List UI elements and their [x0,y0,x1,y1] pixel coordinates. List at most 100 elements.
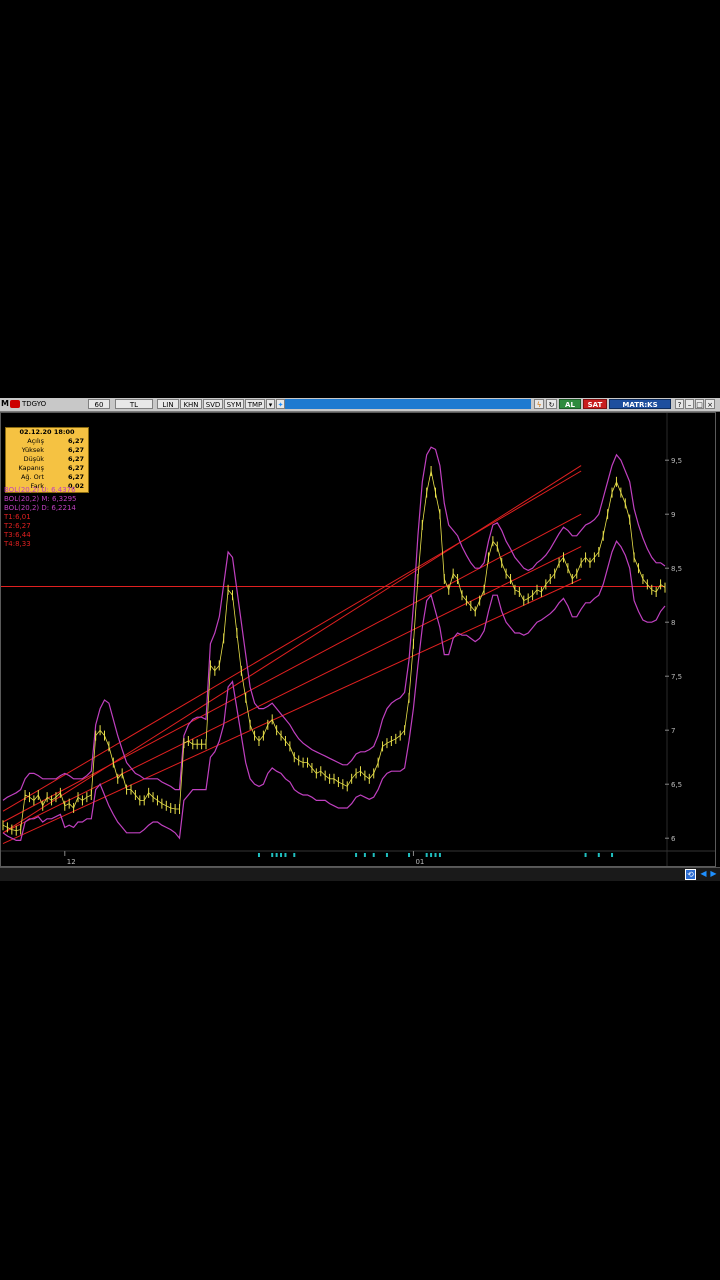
infobox-value: 6,27 [67,437,84,445]
signal-marker [611,853,614,857]
symbol-field[interactable]: TDGYO [22,399,82,409]
infobox-value: 6,27 [67,464,84,472]
infobox-value: 6,27 [67,446,84,454]
signal-marker [438,853,441,857]
signal-marker [293,853,296,857]
infobox-row: Düşük 6,27 [6,455,88,464]
signal-marker [363,853,366,857]
infobox-row: Açılış 6,27 [6,437,88,446]
matriks-button[interactable]: MATR:KS [609,399,671,409]
bottom-bar: ⟲ ◀ ▶ [0,867,720,881]
scroll-right-icon[interactable]: ▶ [708,869,719,880]
dropdown-icon[interactable]: ▾ [266,399,275,409]
indicator-value: 6,01 [15,513,31,521]
infobox-key: Kapanış [18,464,44,472]
infobox-key: Düşük [23,455,44,463]
trendline [2,470,582,812]
signal-marker [597,853,600,857]
signal-marker [355,853,358,857]
signal-marker [280,853,283,857]
indicator-label: BOL(20,2) M: [4,495,50,503]
signal-marker [372,853,375,857]
indicator-label: T1: [4,513,16,521]
signal-marker [408,853,411,857]
y-tick-label: 6,5 [671,781,682,789]
indicator-label: T3: [4,531,16,539]
indicator-value: 6,27 [15,522,31,530]
chart-area[interactable]: 9,5 9 8,5 8 7,5 7 6,5 6 12 01 02.12.20 18:00 Açıl… [0,412,716,867]
infobox-row: Kapanış 6,27 [6,464,88,473]
trendline [2,578,582,845]
y-tick-label: 6 [671,835,676,843]
indicator-t1: T1:6,01 [4,513,31,522]
infobox-row: Ağ. Ort 6,27 [6,473,88,482]
indicator-t2: T2:6,27 [4,522,31,531]
indicator-value: 8,33 [15,540,31,548]
signal-marker [430,853,433,857]
app-logo-icon: M [1,399,9,408]
indicator-bol-middle: BOL(20,2) M: 6,3295 [4,495,77,504]
indicator-value: 6,44 [15,531,31,539]
signal-marker [275,853,278,857]
signal-marker [257,853,260,857]
matriks-logo-icon [10,400,20,408]
price-chart[interactable]: 9,5 9 8,5 8 7,5 7 6,5 6 12 01 [1,413,715,866]
indicator-value: 6,2214 [51,504,76,512]
indicator-bol-upper: BOL(20,2) U: 6,4376 [4,486,76,495]
twitter-icon[interactable]: ✦ [276,399,285,409]
indicator-value: 6,4376 [51,486,76,494]
toolbar-spacer [285,399,531,409]
bollinger-band-line [2,446,666,801]
buy-button[interactable]: AL [559,399,581,409]
x-tick-label: 01 [415,858,424,866]
y-tick-label: 8,5 [671,565,682,573]
indicator-label: BOL(20,2) U: [4,486,49,494]
signal-marker [385,853,388,857]
x-tick-label: 12 [67,858,76,866]
indicator-label: T2: [4,522,16,530]
ohlc-info-box: 02.12.20 18:00 Açılış 6,27 Yüksek 6,27 Düş… [5,427,89,493]
indicator-t4: T4:8,33 [4,540,31,549]
lin-button[interactable]: LIN [157,399,179,409]
signal-marker [584,853,587,857]
indicator-label: BOL(20,2) D: [4,504,50,512]
refresh-icon[interactable]: ↻ [546,399,557,409]
close-icon[interactable]: × [705,399,715,409]
indicator-label: T4: [4,540,16,548]
trendline [2,465,582,834]
sell-button[interactable]: SAT [583,399,607,409]
sym-button[interactable]: SYM [224,399,244,409]
y-tick-label: 7,5 [671,673,682,681]
help-icon[interactable]: ? [675,399,684,409]
sync-icon[interactable]: ⟲ [685,869,696,880]
infobox-key: Ağ. Ort [20,473,44,481]
minimize-icon[interactable]: – [685,399,694,409]
infobox-value: 6,27 [67,455,84,463]
trading-window: M TDGYO 60 TL LIN KHN SVD SYM TMP ▾ ✦ ϟ … [0,398,720,881]
tmp-button[interactable]: TMP [245,399,265,409]
y-tick-label: 9,5 [671,457,682,465]
maximize-icon[interactable]: □ [695,399,704,409]
lightning-icon[interactable]: ϟ [534,399,544,409]
y-tick-label: 7 [671,727,675,735]
currency-selector[interactable]: TL [115,399,153,409]
indicator-value: 6,3295 [52,495,77,503]
infobox-key: Yüksek [21,446,44,454]
y-tick-label: 8 [671,619,675,627]
y-tick-label: 9 [671,511,675,519]
infobox-key: Açılış [27,437,44,445]
period-selector[interactable]: 60 [88,399,110,409]
signal-marker [284,853,287,857]
signal-marker [434,853,437,857]
signal-marker [271,853,274,857]
trendline [2,513,582,823]
infobox-row: Yüksek 6,27 [6,446,88,455]
trendline [2,546,582,834]
signal-marker [425,853,428,857]
infobox-value: 6,27 [67,473,84,481]
indicator-t3: T3:6,44 [4,531,31,540]
infobox-date: 02.12.20 18:00 [19,428,75,436]
toolbar: M TDGYO 60 TL LIN KHN SVD SYM TMP ▾ ✦ ϟ … [0,398,720,412]
khn-button[interactable]: KHN [180,399,202,409]
svd-button[interactable]: SVD [203,399,223,409]
